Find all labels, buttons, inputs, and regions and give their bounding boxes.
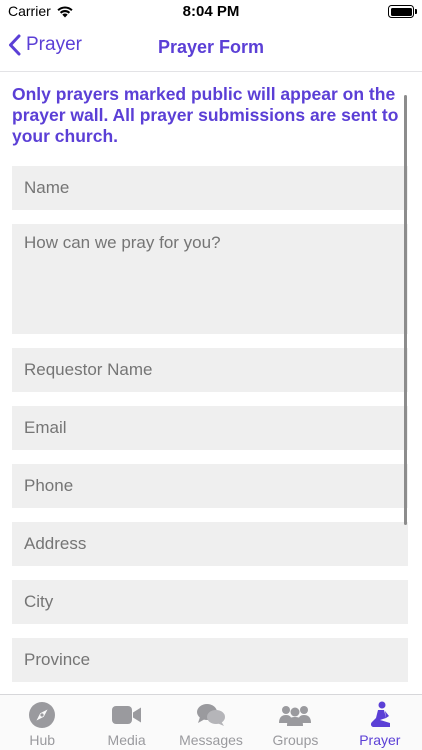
tab-hub-label: Hub [29, 732, 56, 748]
requestor-name-field[interactable] [12, 348, 408, 392]
tab-media-label: Media [107, 732, 146, 748]
navigation-bar: Prayer Prayer Form [0, 24, 422, 72]
tab-media[interactable]: Media [84, 695, 168, 750]
form-notice-text: Only prayers marked public will appear o… [12, 84, 399, 146]
tab-groups-label: Groups [272, 732, 319, 748]
tab-messages[interactable]: Messages [169, 695, 253, 750]
tab-messages-label: Messages [179, 732, 243, 748]
people-icon [279, 701, 312, 729]
email-field[interactable] [12, 406, 408, 450]
city-field[interactable] [12, 580, 408, 624]
province-field[interactable] [12, 638, 408, 682]
form-notice: Only prayers marked public will appear o… [12, 84, 410, 147]
praying-person-icon [364, 701, 396, 729]
page-title: Prayer Form [157, 37, 265, 57]
chat-bubbles-icon [195, 701, 227, 729]
name-field[interactable] [12, 166, 408, 210]
battery-icon [388, 5, 417, 18]
clock: 8:04 PM [182, 3, 240, 20]
tab-bar: Hub Media Messages Groups Prayer [0, 694, 422, 750]
phone-field[interactable] [12, 464, 408, 508]
tab-groups[interactable]: Groups [253, 695, 337, 750]
compass-icon [26, 701, 58, 729]
address-field[interactable] [12, 522, 408, 566]
scroll-indicator[interactable] [404, 95, 407, 525]
tab-prayer[interactable]: Prayer [338, 695, 422, 750]
prayer-request-field[interactable] [12, 224, 408, 334]
tab-prayer-label: Prayer [359, 732, 401, 748]
status-bar: Carrier 8:04 PM [0, 0, 422, 24]
tab-hub[interactable]: Hub [0, 695, 84, 750]
video-camera-icon [111, 701, 143, 729]
